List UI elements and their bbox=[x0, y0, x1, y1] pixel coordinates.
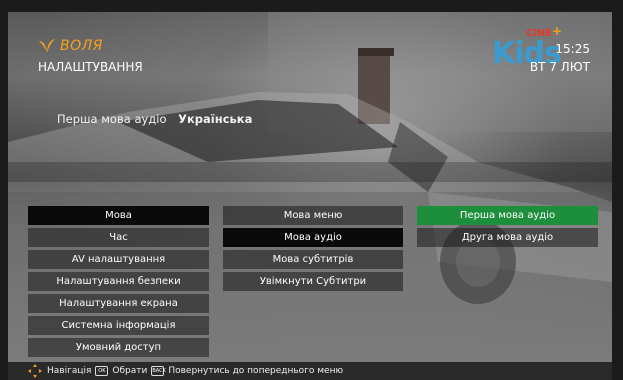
menu-item-time[interactable]: Час bbox=[28, 228, 209, 247]
brand-name: ВОЛЯ bbox=[60, 38, 103, 54]
current-setting: Перша мова аудіо Українська bbox=[57, 112, 252, 126]
footer-back-label: Повернутись до попереднього меню bbox=[168, 366, 344, 376]
main-settings-menu: Мова Час AV налаштування Налаштування бе… bbox=[28, 206, 209, 360]
menu-item-first-audio-language[interactable]: Перша мова аудіо bbox=[417, 206, 598, 225]
menu-item-audio-language[interactable]: Мова аудіо bbox=[223, 228, 403, 247]
menu-item-second-audio-language[interactable]: Друга мова аудіо bbox=[417, 228, 598, 247]
footer-navigation-label: Навігація bbox=[47, 366, 92, 376]
menu-item-security-settings[interactable]: Налаштування безпеки bbox=[28, 272, 209, 291]
current-setting-label: Перша мова аудіо bbox=[57, 112, 167, 126]
tv-screen: ВОЛЯ НАЛАШТУВАННЯ Kids CINE + 15:25 ВТ 7… bbox=[0, 0, 623, 380]
channel-logo-accent: + bbox=[552, 24, 563, 38]
menu-item-language[interactable]: Мова bbox=[28, 206, 209, 225]
clock-time: 15:25 bbox=[555, 42, 590, 56]
ok-key-icon: OK bbox=[95, 366, 109, 376]
menu-item-menu-language[interactable]: Мова меню bbox=[223, 206, 403, 225]
menu-item-system-info[interactable]: Системна інформація bbox=[28, 316, 209, 335]
clock-date: ВТ 7 ЛЮТ bbox=[529, 60, 590, 74]
page-title: НАЛАШТУВАННЯ bbox=[38, 60, 143, 74]
language-submenu: Мова меню Мова аудіо Мова субтитрів Увім… bbox=[223, 206, 403, 294]
channel-logo-badge: CINE bbox=[526, 28, 553, 39]
menu-item-screen-settings[interactable]: Налаштування екрана bbox=[28, 294, 209, 313]
current-setting-value: Українська bbox=[178, 112, 253, 126]
leaf-icon bbox=[39, 39, 55, 53]
footer-help-bar: Навігація OK Обрати BACK Повернутись до … bbox=[8, 362, 612, 380]
back-key-icon: BACK bbox=[151, 366, 166, 376]
menu-item-subtitle-language[interactable]: Мова субтитрів bbox=[223, 250, 403, 269]
navigation-arrows-icon bbox=[28, 364, 42, 378]
brand-logo: ВОЛЯ bbox=[37, 37, 103, 55]
footer-select-label: Обрати bbox=[112, 366, 148, 376]
audio-language-submenu: Перша мова аудіо Друга мова аудіо bbox=[417, 206, 598, 250]
menu-item-enable-subtitles[interactable]: Увімкнути Субтитри bbox=[223, 272, 403, 291]
menu-item-av-settings[interactable]: AV налаштування bbox=[28, 250, 209, 269]
menu-item-conditional-access[interactable]: Умовний доступ bbox=[28, 338, 209, 357]
